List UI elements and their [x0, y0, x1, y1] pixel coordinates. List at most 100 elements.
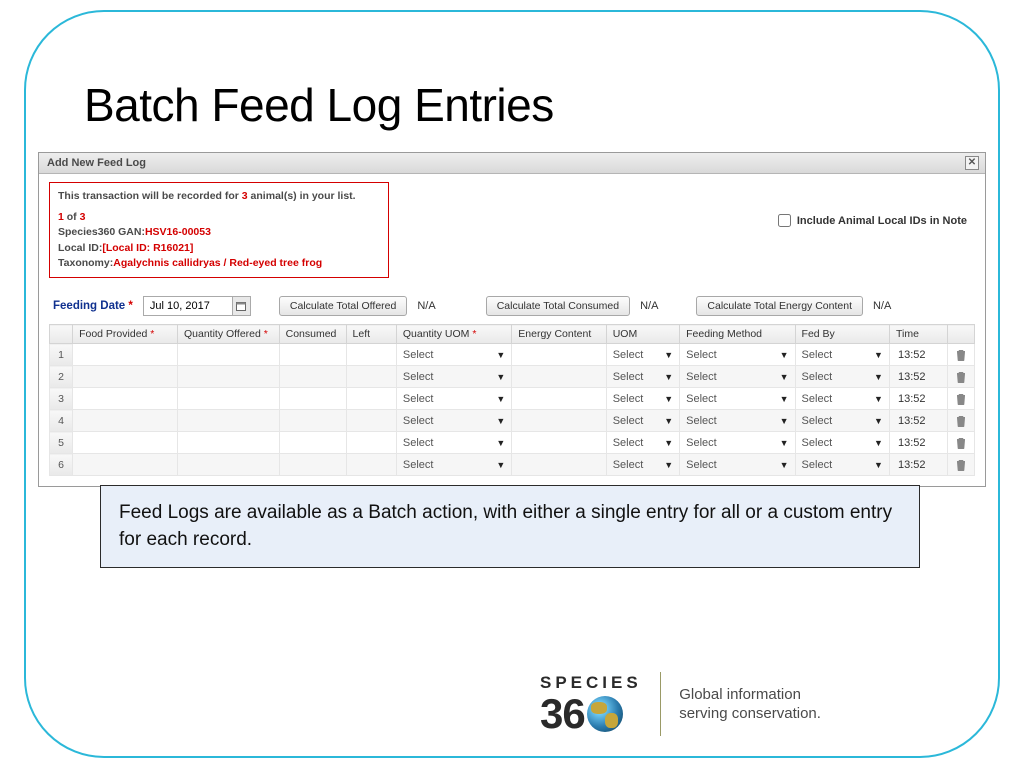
time-cell[interactable]: 13:52	[889, 410, 947, 432]
delete-cell[interactable]	[947, 388, 974, 410]
qty-uom-select[interactable]: Select▼	[396, 410, 511, 432]
food-cell[interactable]	[73, 366, 178, 388]
energy-cell[interactable]	[512, 454, 606, 476]
left-cell[interactable]	[346, 432, 396, 454]
delete-icon[interactable]	[954, 392, 968, 406]
brand-logo: SPECIES 360 Global information serving c…	[540, 672, 821, 736]
left-cell[interactable]	[346, 366, 396, 388]
col-consumed: Consumed	[279, 325, 346, 344]
method-select[interactable]: Select▼	[680, 454, 795, 476]
energy-cell[interactable]	[512, 388, 606, 410]
consumed-cell[interactable]	[279, 454, 346, 476]
left-cell[interactable]	[346, 344, 396, 366]
chevron-down-icon: ▼	[664, 394, 673, 404]
dialog-title: Add New Feed Log	[47, 157, 146, 169]
gan-value: HSV16-00053	[145, 226, 211, 238]
time-cell[interactable]: 13:52	[889, 366, 947, 388]
uom-select[interactable]: Select▼	[606, 344, 679, 366]
food-cell[interactable]	[73, 454, 178, 476]
logo-360: 360	[540, 693, 625, 735]
col-fedby: Fed By	[795, 325, 889, 344]
col-energy: Energy Content	[512, 325, 606, 344]
fedby-select[interactable]: Select▼	[795, 344, 889, 366]
delete-icon[interactable]	[954, 414, 968, 428]
energy-cell[interactable]	[512, 432, 606, 454]
offered-na: N/A	[417, 300, 435, 312]
grid-header-row: Food Provided * Quantity Offered * Consu…	[50, 325, 975, 344]
consumed-cell[interactable]	[279, 388, 346, 410]
uom-select[interactable]: Select▼	[606, 454, 679, 476]
fedby-select[interactable]: Select▼	[795, 366, 889, 388]
food-cell[interactable]	[73, 432, 178, 454]
table-row: 1Select▼Select▼Select▼Select▼13:52	[50, 344, 975, 366]
time-cell[interactable]: 13:52	[889, 454, 947, 476]
include-local-ids-checkbox[interactable]: Include Animal Local IDs in Note	[778, 214, 967, 227]
controls-row: Feeding Date * Calculate Total Offered N…	[49, 290, 975, 324]
method-select[interactable]: Select▼	[680, 344, 795, 366]
qty-offered-cell[interactable]	[177, 454, 279, 476]
energy-cell[interactable]	[512, 410, 606, 432]
dialog-close-button[interactable]: ✕	[965, 156, 979, 170]
include-local-ids-input[interactable]	[778, 214, 791, 227]
fedby-select[interactable]: Select▼	[795, 432, 889, 454]
delete-cell[interactable]	[947, 454, 974, 476]
method-select[interactable]: Select▼	[680, 366, 795, 388]
qty-uom-select[interactable]: Select▼	[396, 344, 511, 366]
delete-icon[interactable]	[954, 458, 968, 472]
time-cell[interactable]: 13:52	[889, 432, 947, 454]
fedby-select[interactable]: Select▼	[795, 410, 889, 432]
delete-icon[interactable]	[954, 436, 968, 450]
qty-offered-cell[interactable]	[177, 366, 279, 388]
qty-offered-cell[interactable]	[177, 344, 279, 366]
qty-offered-cell[interactable]	[177, 432, 279, 454]
delete-cell[interactable]	[947, 344, 974, 366]
fedby-select[interactable]: Select▼	[795, 454, 889, 476]
feeding-date-field[interactable]	[143, 296, 251, 316]
logo-divider	[660, 672, 662, 736]
chevron-down-icon: ▼	[496, 438, 505, 448]
qty-uom-select[interactable]: Select▼	[396, 432, 511, 454]
calendar-icon[interactable]	[232, 297, 250, 315]
calc-total-consumed-button[interactable]: Calculate Total Consumed	[486, 296, 630, 316]
uom-select[interactable]: Select▼	[606, 388, 679, 410]
food-cell[interactable]	[73, 410, 178, 432]
left-cell[interactable]	[346, 454, 396, 476]
method-select[interactable]: Select▼	[680, 432, 795, 454]
method-select[interactable]: Select▼	[680, 388, 795, 410]
food-cell[interactable]	[73, 344, 178, 366]
feeding-date-input[interactable]	[144, 297, 232, 315]
col-qty-uom: Quantity UOM *	[396, 325, 511, 344]
calc-total-offered-button[interactable]: Calculate Total Offered	[279, 296, 407, 316]
uom-select[interactable]: Select▼	[606, 366, 679, 388]
qty-uom-select[interactable]: Select▼	[396, 388, 511, 410]
qty-offered-cell[interactable]	[177, 388, 279, 410]
chevron-down-icon: ▼	[664, 460, 673, 470]
consumed-cell[interactable]	[279, 432, 346, 454]
delete-icon[interactable]	[954, 348, 968, 362]
qty-uom-select[interactable]: Select▼	[396, 366, 511, 388]
delete-cell[interactable]	[947, 432, 974, 454]
food-cell[interactable]	[73, 388, 178, 410]
calc-total-energy-button[interactable]: Calculate Total Energy Content	[696, 296, 863, 316]
energy-cell[interactable]	[512, 366, 606, 388]
delete-cell[interactable]	[947, 366, 974, 388]
time-cell[interactable]: 13:52	[889, 388, 947, 410]
col-uom: UOM	[606, 325, 679, 344]
delete-cell[interactable]	[947, 410, 974, 432]
energy-cell[interactable]	[512, 344, 606, 366]
uom-select[interactable]: Select▼	[606, 410, 679, 432]
left-cell[interactable]	[346, 410, 396, 432]
method-select[interactable]: Select▼	[680, 410, 795, 432]
col-rownum	[50, 325, 73, 344]
time-cell[interactable]: 13:52	[889, 344, 947, 366]
consumed-cell[interactable]	[279, 366, 346, 388]
delete-icon[interactable]	[954, 370, 968, 384]
qty-uom-select[interactable]: Select▼	[396, 454, 511, 476]
uom-select[interactable]: Select▼	[606, 432, 679, 454]
feeding-date-label: Feeding Date *	[53, 300, 133, 312]
qty-offered-cell[interactable]	[177, 410, 279, 432]
consumed-cell[interactable]	[279, 410, 346, 432]
left-cell[interactable]	[346, 388, 396, 410]
fedby-select[interactable]: Select▼	[795, 388, 889, 410]
consumed-cell[interactable]	[279, 344, 346, 366]
